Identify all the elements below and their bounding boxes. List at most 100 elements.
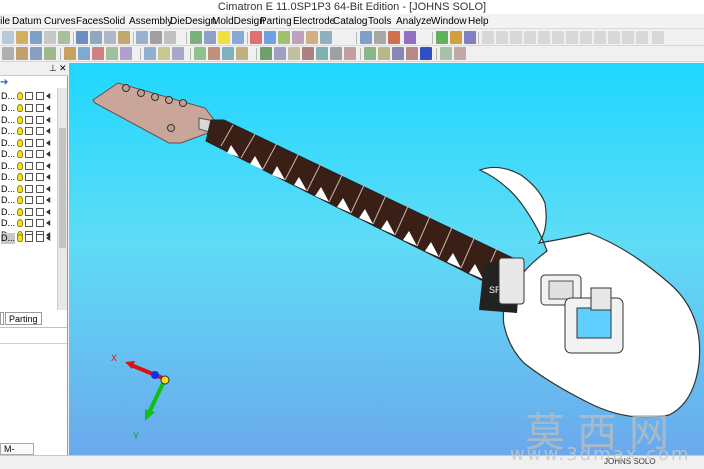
tool-icon-8[interactable] <box>106 47 118 60</box>
offset-icon[interactable] <box>580 31 592 44</box>
bulb-icon[interactable] <box>17 92 23 100</box>
tab-parting[interactable]: Parting <box>5 312 42 325</box>
pan-icon[interactable] <box>104 31 116 44</box>
tree-row[interactable]: D... <box>0 218 57 230</box>
table-icon[interactable] <box>360 31 372 44</box>
tool-icon-5[interactable] <box>64 47 76 60</box>
bulb-icon[interactable] <box>17 196 23 204</box>
delete-icon[interactable] <box>652 31 664 44</box>
move-icon[interactable] <box>622 31 634 44</box>
fit-view-icon[interactable] <box>76 31 88 44</box>
tab-partial[interactable] <box>0 312 4 325</box>
tree-row[interactable]: D... <box>0 149 57 161</box>
tree-row[interactable]: D... <box>0 207 57 219</box>
layer-icon[interactable] <box>232 31 244 44</box>
tool-icon-20[interactable] <box>302 47 314 60</box>
tool-icon-22[interactable] <box>330 47 342 60</box>
new-file-icon[interactable] <box>2 31 14 44</box>
tool-icon-15[interactable] <box>222 47 234 60</box>
close-panel-icon[interactable]: ✕ <box>59 63 67 74</box>
menu-file[interactable]: File <box>0 14 10 29</box>
scale-icon[interactable] <box>636 31 648 44</box>
tool-icon-23[interactable] <box>344 47 356 60</box>
tool-icon-16[interactable] <box>236 47 248 60</box>
tree-row[interactable]: D... <box>0 233 57 245</box>
list-icon[interactable] <box>374 31 386 44</box>
menu-diedesign[interactable]: DieDesign <box>170 14 216 29</box>
filter-icon[interactable] <box>204 31 216 44</box>
color-icon[interactable] <box>388 31 400 44</box>
menu-parting[interactable]: Parting <box>260 14 292 29</box>
bulb-icon[interactable] <box>17 150 23 158</box>
tool-icon-11[interactable] <box>158 47 170 60</box>
tool-icon-13[interactable] <box>194 47 206 60</box>
tool-icon-19[interactable] <box>288 47 300 60</box>
open-file-icon[interactable] <box>16 31 28 44</box>
line-icon[interactable] <box>482 31 494 44</box>
wireframe-icon[interactable] <box>164 31 176 44</box>
tree-row[interactable]: D... <box>0 161 57 173</box>
view-mode-tab[interactable]: M-View <box>0 443 34 465</box>
bulb-icon[interactable] <box>17 185 23 193</box>
tool-icon-3[interactable] <box>30 47 42 60</box>
menu-window[interactable]: Window <box>431 14 467 29</box>
arrow-left-icon[interactable] <box>250 31 262 44</box>
select-icon[interactable] <box>190 31 202 44</box>
menu-catalog[interactable]: Catalog <box>333 14 367 29</box>
tool-icon-2[interactable] <box>16 47 28 60</box>
tool-icon-17[interactable] <box>260 47 272 60</box>
menu-help[interactable]: Help <box>468 14 489 29</box>
bulb-icon[interactable] <box>17 162 23 170</box>
menu-electrode[interactable]: Electrode <box>293 14 335 29</box>
bulb-icon[interactable] <box>17 219 23 227</box>
menu-tools[interactable]: Tools <box>368 14 391 29</box>
tree-row[interactable]: D... <box>0 184 57 196</box>
polyline-icon[interactable] <box>496 31 508 44</box>
tool-icon-7[interactable] <box>92 47 104 60</box>
properties-icon[interactable] <box>404 31 416 44</box>
bulb-icon[interactable] <box>17 116 23 124</box>
pin-icon[interactable]: ⊥ <box>49 63 57 74</box>
rotate-icon[interactable] <box>118 31 130 44</box>
bulb-icon[interactable] <box>17 104 23 112</box>
menu-analyze[interactable]: Analyze <box>396 14 432 29</box>
tree-scrollbar[interactable] <box>57 88 67 310</box>
tool-icon-29[interactable] <box>440 47 452 60</box>
menu-molddesign[interactable]: MoldDesign <box>212 14 265 29</box>
menu-faces[interactable]: Faces <box>76 14 103 29</box>
tool-icon-6[interactable] <box>78 47 90 60</box>
tool-icon-25[interactable] <box>378 47 390 60</box>
spline-icon[interactable] <box>552 31 564 44</box>
point-icon[interactable] <box>538 31 550 44</box>
bulb-icon[interactable] <box>17 234 23 242</box>
trim-icon[interactable] <box>566 31 578 44</box>
view-cube-icon[interactable] <box>136 31 148 44</box>
grid-icon[interactable] <box>278 31 290 44</box>
copy-icon[interactable] <box>608 31 620 44</box>
tool-icon-1[interactable] <box>2 47 14 60</box>
circle-icon[interactable] <box>510 31 522 44</box>
menu-curves[interactable]: Curves <box>44 14 76 29</box>
expand-arrow-icon[interactable]: ➔ <box>0 77 8 88</box>
tool-icon-27[interactable] <box>406 47 418 60</box>
measure-icon[interactable] <box>292 31 304 44</box>
tool-icon-18[interactable] <box>274 47 286 60</box>
menu-datum[interactable]: Datum <box>12 14 41 29</box>
tree-row[interactable]: D... <box>0 103 57 115</box>
bulb-icon[interactable] <box>17 139 23 147</box>
menu-assembly[interactable]: Assembly <box>129 14 172 29</box>
tree-row[interactable]: D... <box>0 172 57 184</box>
wand-icon[interactable] <box>464 31 476 44</box>
tree-row[interactable]: D... <box>0 126 57 138</box>
tool-icon-14[interactable] <box>208 47 220 60</box>
arrow-right-icon[interactable] <box>264 31 276 44</box>
tool-icon-24[interactable] <box>364 47 376 60</box>
bulb-icon[interactable] <box>17 208 23 216</box>
check-icon[interactable] <box>436 31 448 44</box>
tool-icon-30[interactable] <box>454 47 466 60</box>
tool-icon-9[interactable] <box>120 47 132 60</box>
tool-icon-28[interactable] <box>420 47 432 60</box>
folder-icon[interactable] <box>306 31 318 44</box>
scroll-thumb[interactable] <box>59 128 66 248</box>
undo-icon[interactable] <box>44 31 56 44</box>
